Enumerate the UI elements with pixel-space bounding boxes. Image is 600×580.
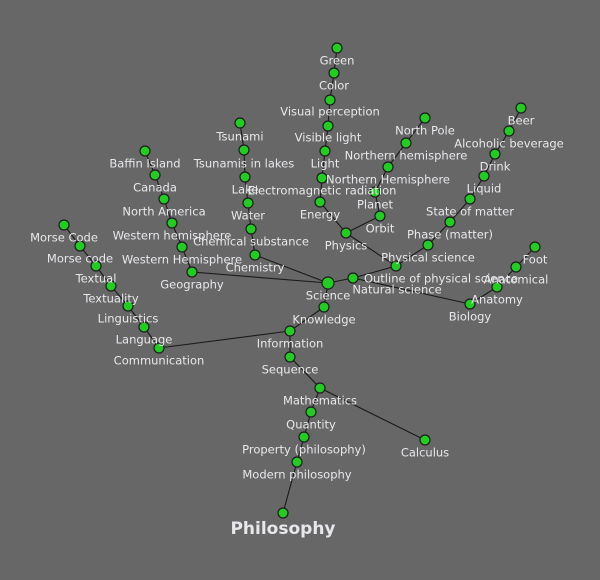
graph-node-label-geography: Geography [160,278,224,292]
graph-node-north_america[interactable] [158,193,170,205]
graph-node-western_hemisphere_l[interactable] [166,217,178,229]
graph-node-foot[interactable] [529,241,541,253]
graph-node-label-energy: Energy [300,208,340,222]
graph-node-northern_hemisphere_u[interactable] [382,161,394,173]
graph-node-anatomical[interactable] [510,261,522,273]
graph-node-mathematics[interactable] [314,382,326,394]
graph-node-information[interactable] [284,325,296,337]
graph-node-label-quantity: Quantity [286,418,336,432]
graph-node-label-drink: Drink [480,160,511,174]
graph-node-label-calculus: Calculus [401,446,449,460]
graph-node-chemical_substance[interactable] [245,223,257,235]
graph-node-color[interactable] [328,67,340,79]
graph-node-label-baffin_island: Baffin Island [109,157,180,171]
graph-node-light[interactable] [319,145,331,157]
graph-node-label-science: Science [306,289,351,303]
graph-node-label-property_philosophy: Property (philosophy) [242,443,366,457]
graph-node-label-mathematics: Mathematics [283,394,357,408]
graph-node-label-knowledge: Knowledge [292,313,355,327]
graph-node-northern_hemisphere_l[interactable] [400,137,412,149]
graph-node-phase_matter[interactable] [444,216,456,228]
graph-node-canada[interactable] [149,169,161,181]
graph-node-label-light: Light [311,157,340,171]
graph-node-label-liquid: Liquid [467,182,502,196]
graph-node-philosophy[interactable] [277,507,289,519]
graph-node-label-philosophy: Philosophy [230,519,335,539]
graph-node-drink[interactable] [489,148,501,160]
graph-node-knowledge[interactable] [318,301,330,313]
graph-node-label-north_america: North America [122,205,205,219]
graph-node-label-phase_matter: Phase (matter) [407,228,493,242]
graph-node-tsunamis_in_lakes[interactable] [238,144,250,156]
graph-node-label-foot: Foot [523,253,548,267]
graph-node-water[interactable] [242,197,254,209]
graph-node-label-biology: Biology [449,310,492,324]
graph-node-label-physics: Physics [325,239,368,253]
graph-node-property_philosophy[interactable] [298,431,310,443]
graph-node-label-north_pole: North Pole [395,124,455,138]
graph-node-label-alcoholic_beverage: Alcoholic beverage [454,137,564,151]
graph-node-label-visual_perception: Visual perception [280,105,380,119]
graph-node-label-information: Information [257,337,324,351]
network-graph-svg: Green Color Visual perception Visible light… [30,42,564,539]
graph-node-chemistry[interactable] [249,249,261,261]
graph-node-label-beer: Beer [508,114,535,128]
graph-node-sequence[interactable] [284,351,296,363]
graph-canvas[interactable]: Green Color Visual perception Visible light… [0,0,600,580]
graph-node-state_of_matter[interactable] [464,193,476,205]
graph-node-label-anatomical: Anatomical [484,273,549,287]
graph-node-green[interactable] [331,42,343,54]
graph-node-label-textuality: Textuality [82,292,138,306]
graph-node-label-linguistics: Linguistics [98,312,159,326]
graph-node-calculus[interactable] [419,434,431,446]
graph-node-label-morse_code_u: Morse Code [30,231,98,245]
graph-node-lake[interactable] [239,171,251,183]
graph-node-label-canada: Canada [133,181,177,195]
graph-node-energy[interactable] [314,196,326,208]
graph-node-geography[interactable] [186,266,198,278]
graph-node-label-green: Green [320,54,355,68]
graph-node-label-tsunami: Tsunami [215,130,263,144]
graph-node-label-northern_hemisphere_l: Northern hemisphere [345,149,468,163]
graph-node-label-language: Language [116,333,173,347]
graph-node-baffin_island[interactable] [139,145,151,157]
graph-node-label-physical_science: Physical science [381,251,475,265]
graph-node-label-orbit: Orbit [366,222,395,236]
graph-node-morse_code_u[interactable] [58,219,70,231]
graph-node-label-sequence: Sequence [262,363,319,377]
graph-node-visual_perception[interactable] [324,94,336,106]
graph-node-label-water: Water [231,209,265,223]
graph-node-science[interactable] [321,276,335,290]
graph-node-physical_science[interactable] [422,239,434,251]
graph-node-orbit[interactable] [374,210,386,222]
graph-node-physics[interactable] [340,227,352,239]
graph-node-beer[interactable] [515,102,527,114]
graph-node-label-color: Color [319,79,349,93]
graph-node-label-planet: Planet [357,198,394,212]
graph-node-label-textual: Textual [75,272,117,286]
graph-node-modern_philosophy[interactable] [291,456,303,468]
graph-node-label-western_hemisphere_u: Western Hemisphere [122,253,242,267]
graph-node-label-northern_hemisphere_u: Northern Hemisphere [326,173,450,187]
graph-node-label-modern_philosophy: Modern philosophy [242,468,351,482]
graph-node-north_pole[interactable] [419,112,431,124]
graph-node-label-visible_light: Visible light [295,131,362,145]
graph-node-label-state_of_matter: State of matter [426,205,514,219]
graph-node-label-western_hemisphere_l: Western hemisphere [113,229,232,243]
graph-node-western_hemisphere_u[interactable] [176,241,188,253]
graph-node-visible_light[interactable] [322,120,334,132]
graph-node-label-anatomy: Anatomy [471,293,523,307]
graph-node-label-tsunamis_in_lakes: Tsunamis in lakes [193,157,294,171]
graph-node-quantity[interactable] [305,406,317,418]
graph-node-label-lake: Lake [232,183,259,197]
graph-node-natural_science[interactable] [347,272,359,284]
graph-node-tsunami[interactable] [234,117,246,129]
graph-node-label-communication: Communication [114,354,205,368]
graph-node-label-morse_code_l: Morse code [47,252,113,266]
graph-node-alcoholic_beverage[interactable] [503,125,515,137]
